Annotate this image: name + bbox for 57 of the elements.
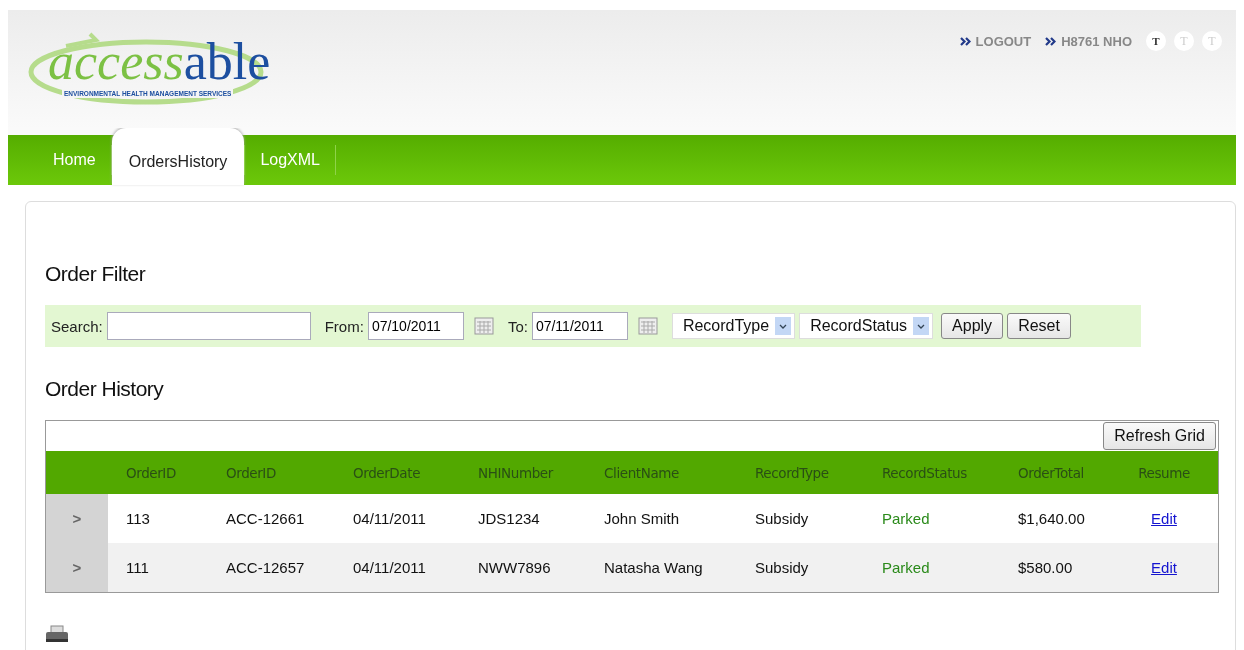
column-header[interactable]: OrderID <box>208 464 335 481</box>
user-link[interactable]: LOGOUT <box>975 33 1032 49</box>
apply-button[interactable]: Apply <box>941 313 1004 339</box>
calendar-icon[interactable] <box>473 317 494 335</box>
column-header[interactable]: RecordStatus <box>864 464 1000 481</box>
calendar-icon[interactable] <box>637 317 658 335</box>
caret-icon <box>913 317 930 335</box>
column-header[interactable]: NHINumber <box>460 464 586 481</box>
field-label: Search: <box>51 317 103 335</box>
record-status-dropdown[interactable]: RecordStatus <box>799 313 934 339</box>
search-field[interactable] <box>106 312 311 340</box>
nav-tab[interactable]: Home <box>38 141 111 179</box>
caret-icon <box>775 317 792 335</box>
expand-button[interactable]: > <box>46 494 108 543</box>
reset-button[interactable]: Reset <box>1007 313 1071 339</box>
column-header[interactable]: ClientName <box>586 464 737 481</box>
nav-tab[interactable]: OrdersHistory <box>111 128 245 185</box>
column-header[interactable]: OrderDate <box>335 464 460 481</box>
section-title: Order Filter <box>45 262 147 287</box>
user-link[interactable]: H8761 NHO <box>1061 33 1132 49</box>
table-cell-text: ACC-12657 <box>225 559 306 576</box>
printer-icon[interactable] <box>45 625 69 643</box>
date-field[interactable]: 07/11/2011 <box>531 312 628 340</box>
edit-link[interactable]: Edit <box>1151 559 1177 576</box>
field-label: To: <box>507 317 528 335</box>
double-chevron-icon <box>1045 36 1057 46</box>
table-cell-text: Subsidy <box>754 559 810 576</box>
column-header[interactable]: Resume <box>1110 464 1218 481</box>
nav-tab[interactable]: LogXML <box>245 141 335 179</box>
table-cell-text: 113 <box>125 510 151 527</box>
double-chevron-icon <box>959 36 971 46</box>
table-cell-text: ACC-12661 <box>225 510 306 527</box>
date-field[interactable]: 07/10/2011 <box>367 312 464 340</box>
table-cell-text: John Smith <box>603 510 681 527</box>
column-header[interactable]: RecordType <box>737 464 864 481</box>
table-cell-text: 04/11/2011 <box>352 559 427 576</box>
logo-text: access <box>48 33 184 90</box>
table-cell-text: Parked <box>881 510 931 527</box>
logo-text: able <box>183 33 271 90</box>
table-cell-text: 04/11/2011 <box>352 510 427 527</box>
table-cell-text: Parked <box>881 559 931 576</box>
table-cell-text: JDS1234 <box>477 510 541 527</box>
table-cell-text: $1,640.00 <box>1017 510 1086 527</box>
table-cell-text: Natasha Wang <box>603 559 704 576</box>
table-cell-text: $580.00 <box>1017 559 1074 576</box>
edit-link[interactable]: Edit <box>1151 510 1177 527</box>
record-type-dropdown[interactable]: RecordType <box>671 313 796 339</box>
column-header[interactable]: OrderTotal <box>1000 464 1110 481</box>
table-cell-text: Subsidy <box>754 510 810 527</box>
field-label: From: <box>324 317 364 335</box>
refresh-grid-button[interactable]: Refresh Grid <box>1103 422 1216 450</box>
section-title: Order History <box>45 377 165 402</box>
expand-button[interactable]: > <box>46 543 108 592</box>
column-header[interactable]: OrderID <box>108 464 208 481</box>
table-cell-text: NWW7896 <box>477 559 552 576</box>
text-size-button[interactable]: T <box>1146 31 1166 51</box>
table-cell-text: 111 <box>125 559 150 576</box>
